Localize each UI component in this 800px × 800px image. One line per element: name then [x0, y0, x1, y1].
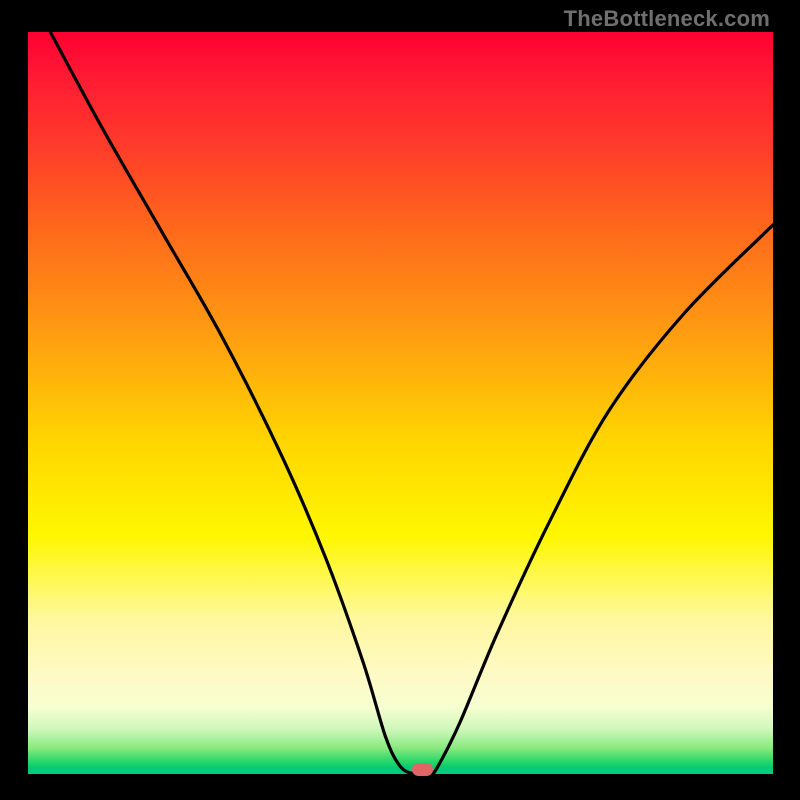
optimum-marker: [412, 763, 433, 776]
plot-area: [28, 32, 773, 774]
bottleneck-curve: [50, 32, 773, 775]
attribution-text: TheBottleneck.com: [564, 6, 770, 32]
curve-svg: [28, 32, 773, 774]
chart-frame: TheBottleneck.com: [0, 0, 800, 800]
